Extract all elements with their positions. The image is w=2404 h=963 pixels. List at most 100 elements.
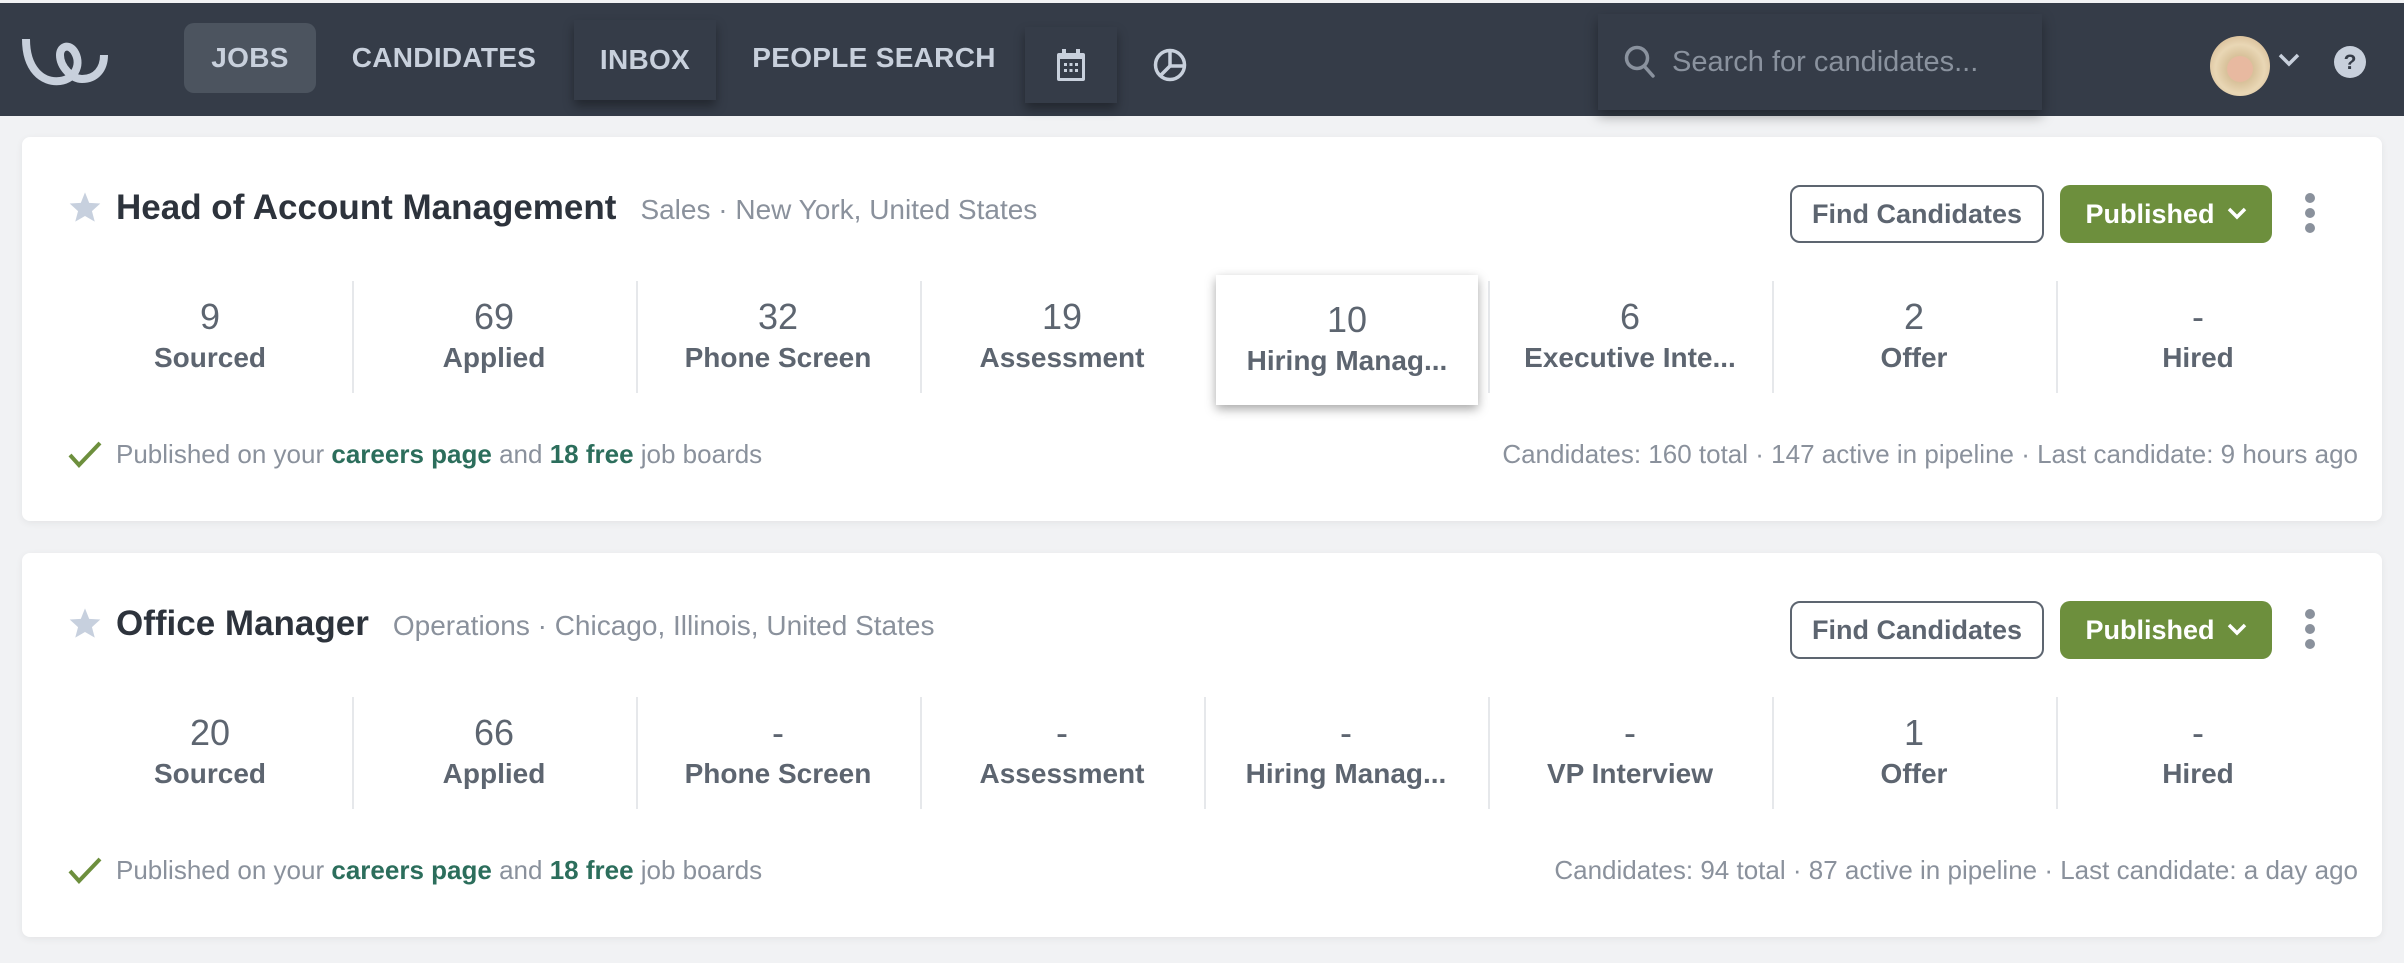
- stage-hired[interactable]: - Hired: [2056, 697, 2340, 809]
- stage-count: 69: [473, 296, 515, 337]
- stage-label: Hiring Manag...: [1245, 758, 1447, 789]
- published-label: Published: [2085, 198, 2215, 229]
- stage-offer[interactable]: 1 Offer: [1772, 697, 2056, 809]
- pipeline-stages: 20 Sourced 66 Applied - Phone Screen - A…: [68, 697, 2348, 809]
- stage-label: Phone Screen: [684, 342, 872, 373]
- pipeline-stages: 9 Sourced 69 Applied 32 Phone Screen 19 …: [68, 281, 2348, 393]
- candidate-search-input[interactable]: [1672, 45, 2012, 79]
- stage-label: Executive Inte...: [1524, 342, 1736, 373]
- publish-suffix: job boards: [640, 855, 763, 885]
- publish-prefix: Published on your: [116, 855, 325, 885]
- published-status-button[interactable]: Published: [2060, 185, 2272, 243]
- star-icon[interactable]: [68, 191, 102, 223]
- stage-assessment[interactable]: 19 Assessment: [920, 281, 1204, 393]
- stage-label: Assessment: [979, 342, 1145, 373]
- stage-hiring-manager[interactable]: - Hiring Manag...: [1204, 697, 1488, 809]
- chevron-down-icon: [2227, 623, 2246, 636]
- stage-executive-interview[interactable]: 6 Executive Inte...: [1488, 281, 1772, 393]
- publish-prefix: Published on your: [116, 439, 325, 469]
- find-candidates-button[interactable]: Find Candidates: [1790, 601, 2044, 659]
- published-status-button[interactable]: Published: [2060, 601, 2272, 659]
- top-navbar: JOBS CANDIDATES INBOX PEOPLE SEARCH Sear…: [0, 3, 2404, 116]
- stage-hired[interactable]: - Hired: [2056, 281, 2340, 393]
- careers-page-link[interactable]: careers page: [331, 855, 491, 885]
- publish-middle: and: [499, 439, 543, 469]
- nav-tab-people-search[interactable]: PEOPLE SEARCH: [746, 23, 1002, 93]
- stage-count: 19: [1041, 296, 1083, 337]
- stage-count: -: [772, 712, 784, 753]
- help-icon[interactable]: ?: [2334, 46, 2366, 78]
- stage-label: Hired: [2162, 758, 2234, 789]
- stage-applied[interactable]: 66 Applied: [352, 697, 636, 809]
- stage-count: 6: [1619, 296, 1641, 337]
- nav-tab-candidates[interactable]: CANDIDATES: [344, 23, 544, 93]
- stage-label: Sourced: [153, 342, 267, 373]
- stage-label: Offer: [1880, 758, 1948, 789]
- stage-sourced[interactable]: 20 Sourced: [68, 697, 352, 809]
- calendar-button[interactable]: [1025, 27, 1117, 103]
- calendar-icon: [1057, 49, 1085, 81]
- stage-label: Hiring Manag...: [1246, 345, 1448, 376]
- job-header: Head of Account Management Sales · New Y…: [68, 187, 1037, 228]
- find-candidates-button[interactable]: Find Candidates: [1790, 185, 2044, 243]
- stage-count: 20: [189, 712, 231, 753]
- workable-logo-icon[interactable]: [20, 33, 112, 89]
- stage-count: -: [1056, 712, 1068, 753]
- stage-assessment[interactable]: - Assessment: [920, 697, 1204, 809]
- chevron-down-icon[interactable]: [2278, 53, 2300, 67]
- stage-hiring-manager[interactable]: 10 Hiring Manag...: [1216, 275, 1478, 405]
- stage-label: Assessment: [979, 758, 1145, 789]
- stage-count: 1: [1903, 712, 1925, 753]
- publish-status-text: Published on your careers page and 18 fr…: [116, 439, 762, 470]
- stage-label: VP Interview: [1546, 758, 1713, 789]
- job-title[interactable]: Office Manager: [116, 604, 369, 644]
- stage-count: 9: [199, 296, 221, 337]
- stage-label: Sourced: [153, 758, 267, 789]
- user-avatar[interactable]: [2210, 36, 2270, 96]
- stage-count: 66: [473, 712, 515, 753]
- stage-count: 10: [1326, 299, 1368, 340]
- job-meta: Sales · New York, United States: [640, 194, 1038, 225]
- star-icon[interactable]: [68, 607, 102, 639]
- careers-page-link[interactable]: careers page: [331, 439, 491, 469]
- stage-offer[interactable]: 2 Offer: [1772, 281, 2056, 393]
- free-job-boards-link[interactable]: 18 free: [550, 855, 634, 885]
- publish-status-text: Published on your careers page and 18 fr…: [116, 855, 762, 886]
- check-icon: [68, 441, 102, 468]
- job-footer: Published on your careers page and 18 fr…: [68, 855, 2358, 886]
- candidate-stats: Candidates: 160 total · 147 active in pi…: [1502, 439, 2358, 469]
- nav-tab-jobs[interactable]: JOBS: [184, 23, 316, 93]
- stage-phone-screen[interactable]: 32 Phone Screen: [636, 281, 920, 393]
- candidate-search: [1598, 14, 2042, 110]
- reports-pie-icon: [1153, 48, 1187, 82]
- svg-text:?: ?: [2344, 51, 2357, 74]
- stage-label: Applied: [442, 758, 546, 789]
- check-icon: [68, 857, 102, 884]
- publish-middle: and: [499, 855, 543, 885]
- stage-count: -: [1624, 712, 1636, 753]
- search-icon: [1624, 45, 1655, 78]
- published-label: Published: [2085, 614, 2215, 645]
- chevron-down-icon: [2227, 207, 2246, 220]
- reports-button[interactable]: [1140, 27, 1200, 103]
- job-meta: Operations · Chicago, Illinois, United S…: [392, 610, 935, 641]
- job-header: Office Manager Operations · Chicago, Ill…: [68, 603, 934, 644]
- stage-sourced[interactable]: 9 Sourced: [68, 281, 352, 393]
- stage-label: Hired: [2162, 342, 2234, 373]
- stage-applied[interactable]: 69 Applied: [352, 281, 636, 393]
- publish-suffix: job boards: [640, 439, 763, 469]
- stage-count: -: [2192, 296, 2204, 337]
- stage-vp-interview[interactable]: - VP Interview: [1488, 697, 1772, 809]
- job-title[interactable]: Head of Account Management: [116, 188, 616, 228]
- stage-count: 32: [757, 296, 799, 337]
- more-options-icon[interactable]: [2302, 609, 2318, 651]
- stage-phone-screen[interactable]: - Phone Screen: [636, 697, 920, 809]
- free-job-boards-link[interactable]: 18 free: [550, 439, 634, 469]
- job-card: Office Manager Operations · Chicago, Ill…: [22, 553, 2382, 937]
- stage-count: -: [2192, 712, 2204, 753]
- candidate-stats: Candidates: 94 total · 87 active in pipe…: [1554, 855, 2358, 885]
- stage-count: -: [1340, 712, 1352, 753]
- nav-tab-inbox[interactable]: INBOX: [574, 20, 716, 100]
- stage-count: 2: [1903, 296, 1925, 337]
- more-options-icon[interactable]: [2302, 193, 2318, 235]
